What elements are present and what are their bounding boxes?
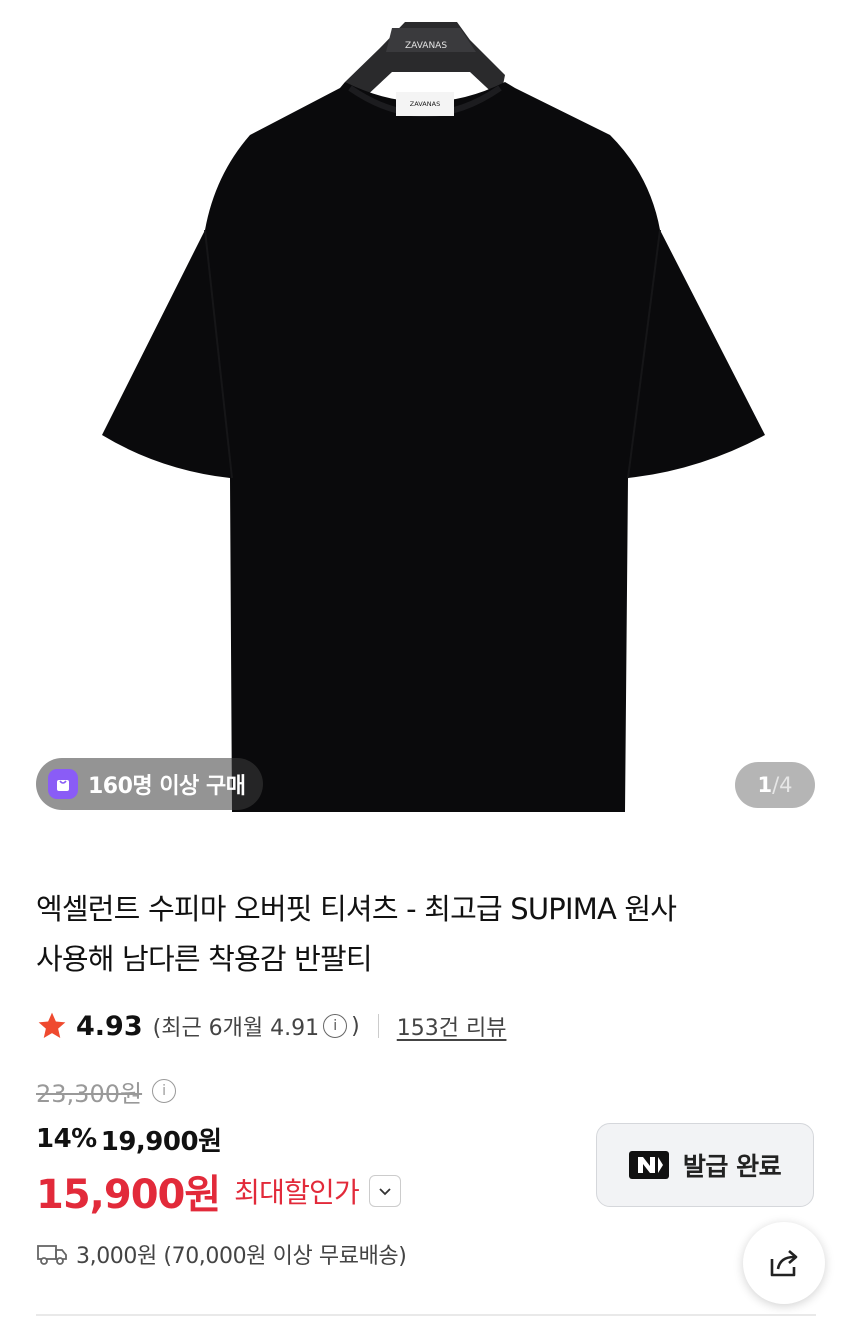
product-title: 엑셀런트 수피마 오버핏 티셔츠 - 최고급 SUPIMA 원사 사용해 남다른… bbox=[36, 884, 816, 984]
share-icon bbox=[770, 1250, 798, 1277]
page-total: 4 bbox=[779, 773, 793, 797]
image-page-counter: 1 / 4 bbox=[735, 762, 815, 808]
original-price: 23,300원 bbox=[36, 1079, 143, 1108]
coupon-label: 발급 완료 bbox=[682, 1152, 782, 1181]
info-icon[interactable]: i bbox=[323, 1014, 348, 1038]
max-discount-price: 15,900원 bbox=[36, 1172, 221, 1218]
coupon-issued-button[interactable]: 발급 완료 bbox=[596, 1123, 814, 1207]
truck-icon bbox=[37, 1245, 67, 1265]
n-logo-icon bbox=[628, 1151, 669, 1179]
divider bbox=[377, 1014, 379, 1038]
buyers-badge: 160명 이상 구매 bbox=[36, 758, 264, 810]
star-icon bbox=[38, 1012, 66, 1038]
recent-rating-text: (최근 6개월 4.91 bbox=[152, 1016, 320, 1041]
shipping-text: 3,000원 (70,000원 이상 무료배송) bbox=[76, 1244, 407, 1269]
product-image-gallery[interactable]: ZAVANAS ZAVANAS 160명 이상 구매 1 / 4 bbox=[0, 0, 850, 840]
share-button[interactable] bbox=[743, 1222, 825, 1304]
rating-row: 4.93 (최근 6개월 4.91 i ) 153건 리뷰 bbox=[36, 1006, 506, 1046]
sale-price: 19,900원 bbox=[100, 1126, 222, 1157]
hanger-brand: ZAVANAS bbox=[405, 41, 447, 51]
section-divider bbox=[36, 1314, 816, 1316]
tshirt-image: ZAVANAS ZAVANAS bbox=[102, 22, 765, 812]
rating-value: 4.93 bbox=[76, 1010, 143, 1042]
page-current: 1 bbox=[757, 773, 773, 797]
price-info-icon[interactable]: i bbox=[152, 1079, 177, 1103]
neck-label: ZAVANAS bbox=[410, 100, 440, 108]
shipping-row: 3,000원 (70,000원 이상 무료배송) bbox=[36, 1236, 407, 1272]
sale-price-row: 14% 19,900원 bbox=[36, 1120, 222, 1158]
buyers-count-text: 160명 이상 구매 bbox=[88, 774, 246, 799]
recent-rating-close: ) bbox=[351, 1013, 360, 1039]
recent-rating: (최근 6개월 4.91 i ) bbox=[153, 1010, 360, 1042]
product-title-line-1: 엑셀런트 수피마 오버핏 티셔츠 - 최고급 SUPIMA 원사 bbox=[36, 892, 677, 926]
max-discount-row: 15,900원 최대할인가 bbox=[36, 1163, 401, 1219]
chevron-down-icon[interactable] bbox=[368, 1175, 401, 1207]
max-discount-label: 최대할인가 bbox=[234, 1176, 360, 1209]
review-count-link[interactable]: 153건 리뷰 bbox=[397, 1010, 507, 1042]
discount-percent: 14% bbox=[36, 1124, 97, 1154]
shopping-bag-icon bbox=[48, 769, 78, 799]
page-separator: / bbox=[772, 773, 780, 797]
product-title-line-2: 사용해 남다른 착용감 반팔티 bbox=[36, 942, 373, 976]
original-price-row: 23,300원 i bbox=[36, 1073, 180, 1109]
